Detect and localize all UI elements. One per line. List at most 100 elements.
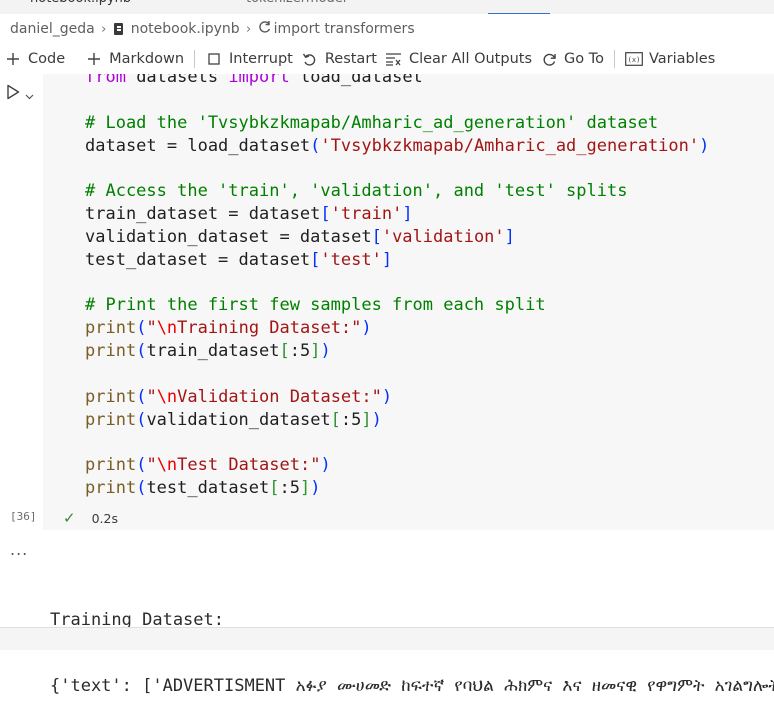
execution-duration: 0.2s	[91, 510, 118, 526]
code-token: 'test'	[320, 249, 382, 270]
code-token: (	[136, 386, 147, 407]
code-line: # Load the 'Tvsybkzkmapab/Amharic_ad_gen…	[85, 112, 709, 135]
code-token: (	[310, 135, 321, 156]
code-token: print	[85, 386, 137, 407]
code-token: )	[320, 455, 331, 476]
code-token: [	[330, 409, 341, 430]
interrupt-label: Interrupt	[229, 51, 293, 67]
code-token: )	[699, 135, 710, 156]
code-token: import	[228, 74, 290, 87]
cell-status-bar: ✓ 0.2s	[43, 506, 774, 530]
code-token: 'Tvsybkzkmapab/Amharic_ad_generation'	[320, 135, 700, 156]
breadcrumb-folder[interactable]: daniel_geda	[10, 21, 95, 37]
output-more-actions-button[interactable]: ...	[10, 540, 28, 559]
code-token: "	[146, 318, 157, 339]
plus-icon	[4, 50, 22, 68]
code-token: validation_dataset	[146, 409, 331, 430]
code-token: [	[269, 478, 280, 499]
code-token: [	[320, 204, 331, 225]
code-token: test_dataset = dataset	[85, 249, 311, 270]
code-token: ]	[504, 226, 515, 247]
variables-icon: (x)	[625, 50, 643, 68]
variables-button[interactable]: (x) Variables	[621, 46, 719, 72]
code-token: [	[371, 226, 382, 247]
code-token: # Load the 'Tvsybkzkmapab/Amharic_ad_gen…	[85, 112, 659, 133]
code-token: )	[361, 318, 372, 339]
code-token: (	[136, 318, 147, 339]
code-token: "	[146, 386, 157, 407]
code-line: print("\nValidation Dataset:")	[85, 386, 709, 409]
code-token: \n	[156, 318, 178, 339]
restart-icon	[301, 50, 319, 68]
code-token: (	[136, 478, 147, 499]
code-token: 'train'	[330, 204, 403, 225]
code-line: validation_dataset = dataset['validation…	[85, 226, 709, 249]
code-token: :5	[279, 478, 300, 499]
toolbar-divider	[614, 50, 615, 68]
code-token: )	[320, 341, 331, 362]
code-line: dataset = load_dataset('Tvsybkzkmapab/Am…	[85, 135, 709, 158]
code-cell[interactable]: from datasets import load_dataset # Load…	[43, 74, 774, 506]
code-token: datasets	[125, 74, 229, 87]
breadcrumb: daniel_geda › notebook.ipynb › import tr…	[0, 14, 774, 44]
code-line: # Access the 'train', 'validation', and …	[85, 180, 709, 203]
code-token: (	[136, 341, 147, 362]
code-line: train_dataset = dataset['train']	[85, 203, 709, 226]
code-token: dataset = load_dataset	[85, 135, 311, 156]
code-token: :5	[340, 409, 362, 430]
code-token: ]	[300, 478, 311, 499]
interrupt-button[interactable]: Interrupt	[201, 46, 297, 72]
code-token: ]	[381, 249, 393, 270]
run-cell-button[interactable]	[6, 84, 40, 104]
breadcrumb-file[interactable]: notebook.ipynb	[113, 21, 240, 37]
code-token: validation_dataset = dataset	[85, 226, 372, 247]
next-cell-area	[0, 627, 774, 650]
code-token: [	[310, 249, 321, 270]
code-line: test_dataset = dataset['test']	[85, 249, 709, 272]
code-editor[interactable]: from datasets import load_dataset # Load…	[85, 74, 709, 500]
code-token: Test Dataset:"	[177, 455, 321, 476]
execution-count: [36]	[10, 510, 37, 523]
code-token: print	[85, 455, 137, 476]
chevron-right-icon: ›	[246, 21, 252, 37]
variables-label: Variables	[649, 51, 716, 67]
code-line: print(validation_dataset[:5])	[85, 409, 709, 432]
restart-button[interactable]: Restart	[297, 46, 381, 72]
breadcrumb-file-label: notebook.ipynb	[130, 21, 240, 37]
breadcrumb-cell-label: import transformers	[273, 21, 415, 37]
code-token: :5	[289, 341, 311, 362]
code-token: ]	[361, 409, 372, 430]
add-markdown-cell-button[interactable]: Markdown	[81, 46, 188, 72]
go-to-button[interactable]: Go To	[536, 46, 608, 72]
tab-notebook[interactable]: notebook.ipynb	[30, 0, 131, 13]
add-code-label: Code	[28, 51, 66, 67]
code-token: Validation Dataset:"	[177, 386, 382, 407]
chevron-down-icon[interactable]	[25, 85, 34, 104]
breadcrumb-cell[interactable]: import transformers	[258, 20, 415, 38]
editor-tab-strip: notebook.ipynb tokenizermodel	[0, 0, 774, 14]
code-line: from datasets import load_dataset	[85, 74, 709, 89]
add-code-cell-button[interactable]: Code	[0, 46, 69, 72]
code-line: # Print the first few samples from each …	[85, 294, 709, 317]
code-token: \n	[156, 386, 178, 407]
code-line: print("\nTraining Dataset:")	[85, 317, 709, 340]
output-line: {'text': ['ADVERTISMENT አፉያ ሙሀመድ ከፍተኛ የባ…	[50, 676, 774, 696]
svg-text:(x): (x)	[628, 56, 641, 64]
go-to-label: Go To	[564, 51, 604, 67]
code-token: test_dataset	[146, 478, 270, 499]
stop-icon	[205, 50, 223, 68]
code-token: 'validation'	[381, 226, 505, 247]
notebook-toolbar: Code Markdown Interrupt Restart Clear Al…	[0, 44, 774, 74]
code-line: print(train_dataset[:5])	[85, 340, 709, 363]
tab-tokenizermodel[interactable]: tokenizermodel	[246, 0, 346, 13]
clear-all-outputs-button[interactable]: Clear All Outputs	[381, 46, 536, 72]
code-token: from	[85, 74, 126, 87]
play-icon	[6, 84, 20, 104]
code-token: print	[85, 341, 137, 362]
code-token: \n	[156, 455, 178, 476]
